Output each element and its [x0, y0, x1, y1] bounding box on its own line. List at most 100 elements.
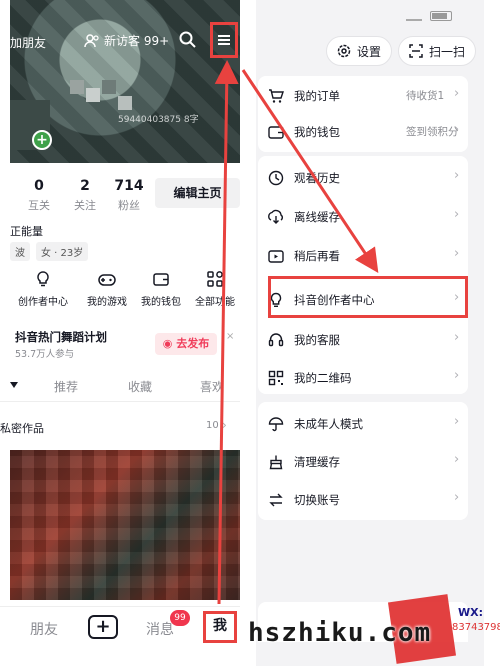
chevron-right-icon: ›	[454, 207, 460, 222]
tool-label: 我的钱包	[141, 297, 181, 308]
stat-followers[interactable]: 714 粉丝	[108, 178, 150, 213]
douyin-id: 59440403875 8字	[118, 115, 199, 125]
chevron-right-icon: ›	[454, 122, 460, 137]
headset-icon	[268, 333, 284, 347]
scan-label: 扫一扫	[429, 44, 466, 59]
add-avatar-badge[interactable]: +	[32, 130, 52, 150]
menu-item-switch-account[interactable]: 切换账号 ›	[258, 482, 468, 518]
watermark-wx-number: 83743798	[452, 622, 500, 633]
menu-item-label: 我的客服	[294, 333, 340, 347]
stat-following[interactable]: 2 关注	[64, 178, 106, 213]
wallet-icon	[153, 273, 169, 286]
go-publish-button[interactable]: ◉ 去发布	[155, 333, 217, 355]
menu-item-customer-service[interactable]: 我的客服 ›	[258, 322, 468, 358]
menu-item-offline-cache[interactable]: 离线缓存 ›	[258, 199, 468, 235]
chevron-right-icon: ›	[454, 330, 460, 345]
scan-button[interactable]: 扫一扫	[398, 36, 477, 66]
battery-icon	[430, 11, 452, 21]
menu-item-label: 我的钱包	[294, 125, 340, 139]
hamburger-menu-button[interactable]	[210, 22, 238, 58]
tool-label: 创作者中心	[18, 297, 68, 308]
menu-item-wallet[interactable]: 我的钱包 签到领积分 ›	[258, 114, 468, 150]
menu-item-clear-cache[interactable]: 清理缓存 ›	[258, 444, 468, 480]
menu-item-history[interactable]: 观看历史 ›	[258, 160, 468, 196]
chevron-right-icon: ›	[454, 490, 460, 505]
tool-my-wallet[interactable]: 我的钱包	[132, 270, 190, 308]
profile-bio: 正能量	[10, 225, 43, 238]
menu-item-qrcode[interactable]: 我的二维码 ›	[258, 360, 468, 396]
tool-label: 全部功能	[195, 297, 235, 308]
nav-me[interactable]: 我	[203, 611, 237, 643]
nav-friends[interactable]: 朋友	[30, 619, 58, 639]
chevron-right-icon: ›	[454, 452, 460, 467]
watermark-domain: hszhiku.com	[248, 618, 432, 648]
add-friend-link[interactable]: 加朋友	[10, 34, 46, 51]
tool-my-games[interactable]: 我的游戏	[78, 270, 136, 308]
settings-label: 设置	[357, 44, 382, 59]
switch-icon	[269, 493, 283, 507]
hamburger-icon	[218, 33, 230, 47]
new-visitors-label: 新访客 99+	[104, 34, 170, 48]
record-icon: ◉	[162, 337, 173, 350]
mosaic-block	[86, 88, 100, 102]
signal-icon	[406, 11, 422, 21]
menu-item-label: 我的订单	[294, 89, 340, 103]
stat-followers-value: 714	[114, 178, 144, 194]
stat-followers-label: 粉丝	[118, 199, 140, 212]
profile-screen: 加朋友 新访客 99+ + 59440403875 8字 0 互关 2 关注 7	[0, 0, 240, 666]
chevron-right-icon: ›	[454, 168, 460, 183]
tool-creator-center[interactable]: 创作者中心	[14, 270, 72, 308]
private-works-label: 私密作品	[0, 422, 44, 435]
tab-favorites[interactable]: 收藏	[128, 378, 152, 395]
create-plus-button[interactable]: +	[88, 615, 118, 639]
bottom-nav: 朋友 + 消息 99 我	[0, 606, 240, 666]
bulb-icon	[37, 271, 49, 287]
menu-item-watch-later[interactable]: 稍后再看 ›	[258, 238, 468, 274]
tool-all-features[interactable]: 全部功能	[186, 270, 240, 308]
menu-item-teen-mode[interactable]: 未成年人模式 ›	[258, 406, 468, 442]
caret-down-icon[interactable]	[10, 382, 18, 388]
menu-drawer: 设置 扫一扫 我的订单 待收货1 › 我的钱包 签到领积分 › 观看历史 › 离…	[256, 0, 484, 666]
menu-item-orders[interactable]: 我的订单 待收货1 ›	[258, 78, 468, 114]
tool-label: 我的游戏	[87, 297, 127, 308]
profile-content-tabs: 推荐 收藏 喜欢	[0, 372, 240, 402]
download-icon	[268, 209, 283, 224]
profile-tags: 波 女 · 23岁	[10, 242, 89, 261]
profile-top-bar: 加朋友 新访客 99+	[10, 26, 240, 56]
umbrella-icon	[268, 417, 284, 432]
video-thumbnail[interactable]	[10, 450, 240, 600]
menu-group-orders: 我的订单 待收货1 › 我的钱包 签到领积分 ›	[258, 76, 468, 152]
edit-profile-button[interactable]: 编辑主页	[155, 178, 240, 208]
clock-icon	[268, 170, 284, 186]
nav-messages[interactable]: 消息	[146, 619, 174, 639]
menu-group-account: 未成年人模式 › 清理缓存 › 切换账号 ›	[258, 402, 468, 520]
stat-mutual[interactable]: 0 互关	[18, 178, 60, 213]
messages-badge: 99	[170, 610, 190, 626]
chevron-right-icon: ›	[222, 418, 227, 432]
new-visitors-button[interactable]: 新访客 99+	[84, 32, 169, 49]
promo-subtitle: 53.7万人参与	[15, 349, 75, 360]
broom-icon	[269, 455, 283, 470]
menu-item-label: 未成年人模式	[294, 417, 363, 431]
search-icon[interactable]	[178, 30, 198, 50]
dance-promo-card[interactable]: 抖音热门舞蹈计划 53.7万人参与 ◉ 去发布 ×	[10, 326, 240, 362]
close-icon[interactable]: ×	[226, 331, 234, 342]
settings-button[interactable]: 设置	[326, 36, 393, 66]
stat-following-label: 关注	[74, 199, 96, 212]
tab-recommend[interactable]: 推荐	[54, 378, 78, 395]
stat-following-value: 2	[80, 178, 90, 194]
chevron-right-icon: ›	[454, 246, 460, 261]
menu-item-label: 切换账号	[294, 493, 340, 507]
scan-icon	[409, 44, 423, 58]
chevron-right-icon: ›	[454, 86, 460, 101]
mosaic-block	[102, 80, 116, 94]
grid-icon	[207, 271, 223, 287]
profile-tag: 女 · 23岁	[36, 242, 89, 261]
annotation-highlight-box	[268, 276, 468, 318]
menu-group-tools: 观看历史 › 离线缓存 › 稍后再看 › 抖音创作者中心 › 我的客服 › 我的…	[258, 156, 468, 394]
private-works-row[interactable]: 私密作品 10 ›	[0, 414, 240, 438]
tab-likes[interactable]: 喜欢	[200, 378, 224, 395]
watch-later-icon	[268, 250, 284, 263]
menu-item-label: 观看历史	[294, 171, 340, 185]
menu-item-label: 稍后再看	[294, 249, 340, 263]
